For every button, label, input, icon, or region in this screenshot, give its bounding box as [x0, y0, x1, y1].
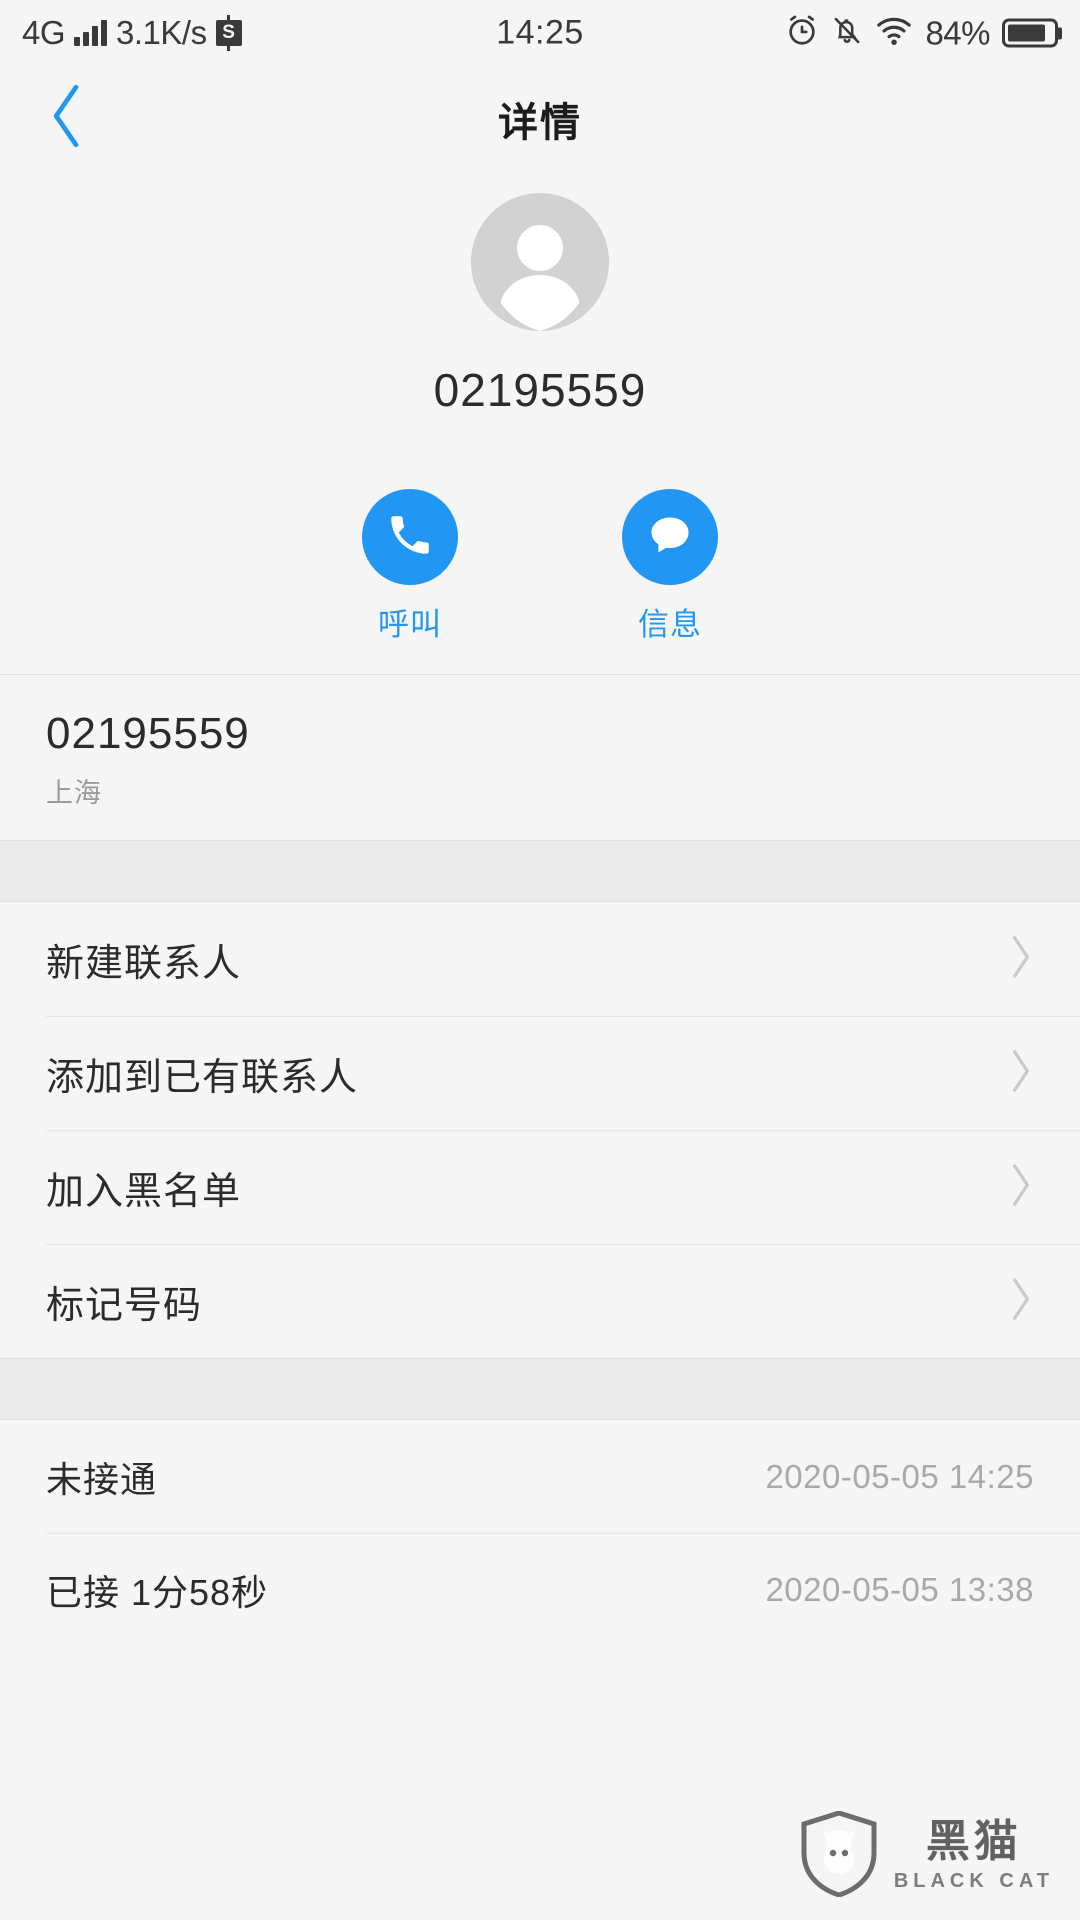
profile-phone-number: 02195559 [433, 364, 647, 416]
back-button[interactable] [22, 74, 112, 164]
menu-item-add-to-existing-contact[interactable]: 添加到已有联系人 [0, 1016, 1080, 1130]
menu-item-add-to-blacklist[interactable]: 加入黑名单 [0, 1130, 1080, 1244]
call-button-circle [362, 489, 458, 585]
message-button-label: 信息 [638, 607, 702, 642]
phone-number-value: 02195559 [46, 709, 250, 758]
status-bar-right: 84% [785, 14, 1058, 53]
chevron-right-icon [1008, 1047, 1034, 1100]
call-history-type: 未接通 [46, 1458, 158, 1500]
watermark-text: 黑猫 BLACK CAT [894, 1820, 1054, 1893]
watermark-en-label: BLACK CAT [893, 1870, 1054, 1892]
menu-item-mark-number[interactable]: 标记号码 [0, 1244, 1080, 1358]
watermark-cn-label: 黑猫 [925, 1817, 1022, 1866]
profile-section: 02195559 [0, 171, 1080, 417]
phone-icon [385, 510, 435, 565]
chevron-right-icon [1008, 1275, 1034, 1328]
call-history-type: 已接 1分58秒 [46, 1571, 269, 1613]
call-history-row[interactable]: 已接 1分58秒 2020-05-05 13:38 [0, 1533, 1080, 1646]
alarm-clock-icon [785, 14, 819, 53]
actions-menu-list: 新建联系人 添加到已有联系人 加入黑名单 标记号码 [0, 902, 1080, 1358]
call-history-list: 未接通 2020-05-05 14:25 已接 1分58秒 2020-05-05… [0, 1420, 1080, 1646]
avatar [471, 193, 609, 331]
message-bubble-icon [645, 510, 695, 565]
call-history-row[interactable]: 未接通 2020-05-05 14:25 [0, 1420, 1080, 1533]
status-bar-left: 4G 3.1K/s S [22, 14, 242, 52]
signal-bars-icon [74, 20, 108, 46]
watermark: 黑猫 BLACK CAT [800, 1810, 1054, 1902]
call-history-time: 2020-05-05 13:38 [765, 1570, 1034, 1608]
message-button[interactable]: 信息 [595, 489, 745, 644]
black-cat-shield-logo-icon [800, 1810, 878, 1902]
network-speed-label: 3.1K/s [116, 14, 207, 51]
phone-number-row[interactable]: 02195559 上海 [0, 675, 1080, 840]
action-buttons-row: 呼叫 信息 [0, 417, 1080, 674]
chevron-right-icon [1008, 1161, 1034, 1214]
battery-icon [1002, 18, 1058, 48]
page-title: 详情 [498, 100, 582, 145]
menu-item-new-contact[interactable]: 新建联系人 [0, 902, 1080, 1016]
call-button[interactable]: 呼叫 [335, 489, 485, 644]
call-button-label: 呼叫 [378, 607, 442, 642]
s-badge-icon: S [215, 15, 242, 51]
chevron-left-icon [45, 80, 89, 157]
status-bar-clock: 14:25 [496, 13, 584, 52]
section-gap-2 [0, 1358, 1080, 1420]
bell-off-icon [831, 14, 863, 53]
page-header: 详情 [0, 66, 1080, 171]
network-type-label: 4G [22, 14, 66, 51]
status-bar: 4G 3.1K/s S 14:25 84% [0, 0, 1080, 66]
menu-item-label: 加入黑名单 [46, 1170, 242, 1213]
phone-number-location: 上海 [46, 778, 102, 808]
menu-item-label: 添加到已有联系人 [46, 1056, 359, 1099]
menu-item-label: 标记号码 [46, 1284, 203, 1327]
menu-item-label: 新建联系人 [46, 942, 242, 985]
wifi-icon [875, 15, 913, 52]
call-history-time: 2020-05-05 14:25 [765, 1457, 1034, 1495]
section-gap [0, 840, 1080, 902]
battery-percent-label: 84% [925, 14, 990, 51]
message-button-circle [622, 489, 718, 585]
chevron-right-icon [1008, 933, 1034, 986]
default-person-avatar-icon [471, 193, 609, 331]
